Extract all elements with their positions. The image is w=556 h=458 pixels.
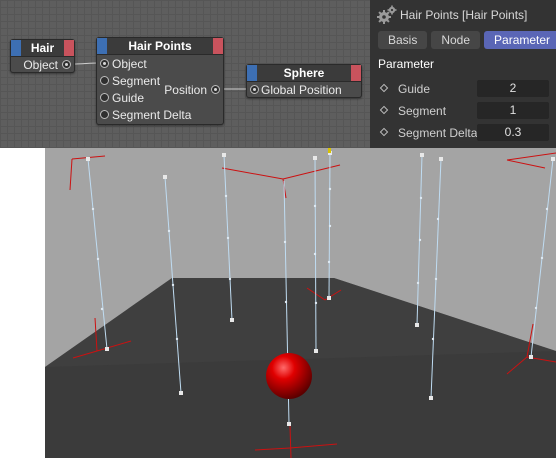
node-editor[interactable]: Hair Object Hair Points Object Segment G…: [0, 0, 370, 148]
port-row-segment-delta: Segment Delta: [112, 107, 191, 123]
segment-field[interactable]: 1: [477, 102, 549, 119]
viewport-scene: [45, 148, 556, 458]
output-cap: [64, 40, 74, 56]
input-cap: [11, 40, 21, 56]
attribute-title: Hair Points [Hair Points]: [400, 8, 528, 22]
keyframe-diamond-icon[interactable]: [379, 83, 389, 93]
param-row-guide: Guide 2: [370, 79, 556, 99]
output-cap: [351, 65, 361, 81]
axis-marker: [328, 148, 331, 153]
param-label: Segment Delta: [398, 126, 478, 140]
port-row-position: Position: [164, 82, 207, 98]
port-row-guide: Guide: [112, 90, 144, 106]
attribute-tabs: Basis Node Parameter: [378, 31, 556, 49]
tab-basis[interactable]: Basis: [378, 31, 428, 49]
gears-icon: [377, 5, 397, 24]
port-row-object-out: Object: [23, 57, 58, 73]
input-port-segment-delta[interactable]: [100, 110, 109, 119]
output-port-position[interactable]: [211, 85, 220, 94]
port-label: Segment: [112, 74, 161, 88]
port-label: Object: [23, 58, 58, 72]
3d-viewport[interactable]: [45, 148, 556, 458]
hair-points-node-header[interactable]: Hair Points: [97, 38, 223, 55]
param-row-segment-delta: Segment Delta 0.3: [370, 123, 556, 143]
port-row-object: Object: [112, 56, 147, 72]
tab-node[interactable]: Node: [431, 31, 481, 49]
attribute-manager: Hair Points [Hair Points] Basis Node Par…: [370, 0, 556, 148]
sphere-node[interactable]: Sphere Global Position: [246, 64, 362, 98]
node-title: Hair: [30, 41, 55, 55]
port-label: Position: [164, 83, 207, 97]
tab-parameter[interactable]: Parameter: [484, 31, 556, 49]
port-label: Global Position: [261, 83, 342, 97]
input-port-global-position[interactable]: [250, 85, 259, 94]
keyframe-diamond-icon[interactable]: [379, 105, 389, 115]
hair-node-header[interactable]: Hair: [11, 40, 74, 57]
sphere-object: [266, 353, 312, 399]
param-row-segment: Segment 1: [370, 101, 556, 121]
input-port-guide[interactable]: [100, 93, 109, 102]
port-row-segment: Segment: [112, 73, 160, 89]
port-label: Object: [112, 57, 147, 71]
hair-points-node[interactable]: Hair Points Object Segment Guide Segment…: [96, 37, 224, 125]
port-label: Guide: [112, 91, 145, 105]
param-label: Segment: [398, 104, 447, 118]
input-port-segment[interactable]: [100, 76, 109, 85]
node-title: Hair Points: [128, 39, 192, 53]
section-title: Parameter: [378, 57, 435, 71]
input-cap: [97, 38, 107, 54]
segment-delta-field[interactable]: 0.3: [477, 124, 549, 141]
port-label: Segment Delta: [112, 108, 192, 122]
node-title: Sphere: [283, 66, 325, 80]
sphere-node-header[interactable]: Sphere: [247, 65, 361, 82]
param-label: Guide: [398, 82, 431, 96]
guide-field[interactable]: 2: [477, 80, 549, 97]
keyframe-diamond-icon[interactable]: [379, 127, 389, 137]
output-cap: [213, 38, 223, 54]
port-row-global-position: Global Position: [261, 82, 342, 98]
input-port-object[interactable]: [100, 59, 109, 68]
input-cap: [247, 65, 257, 81]
hair-node[interactable]: Hair Object: [10, 39, 75, 73]
output-port-object[interactable]: [62, 60, 71, 69]
